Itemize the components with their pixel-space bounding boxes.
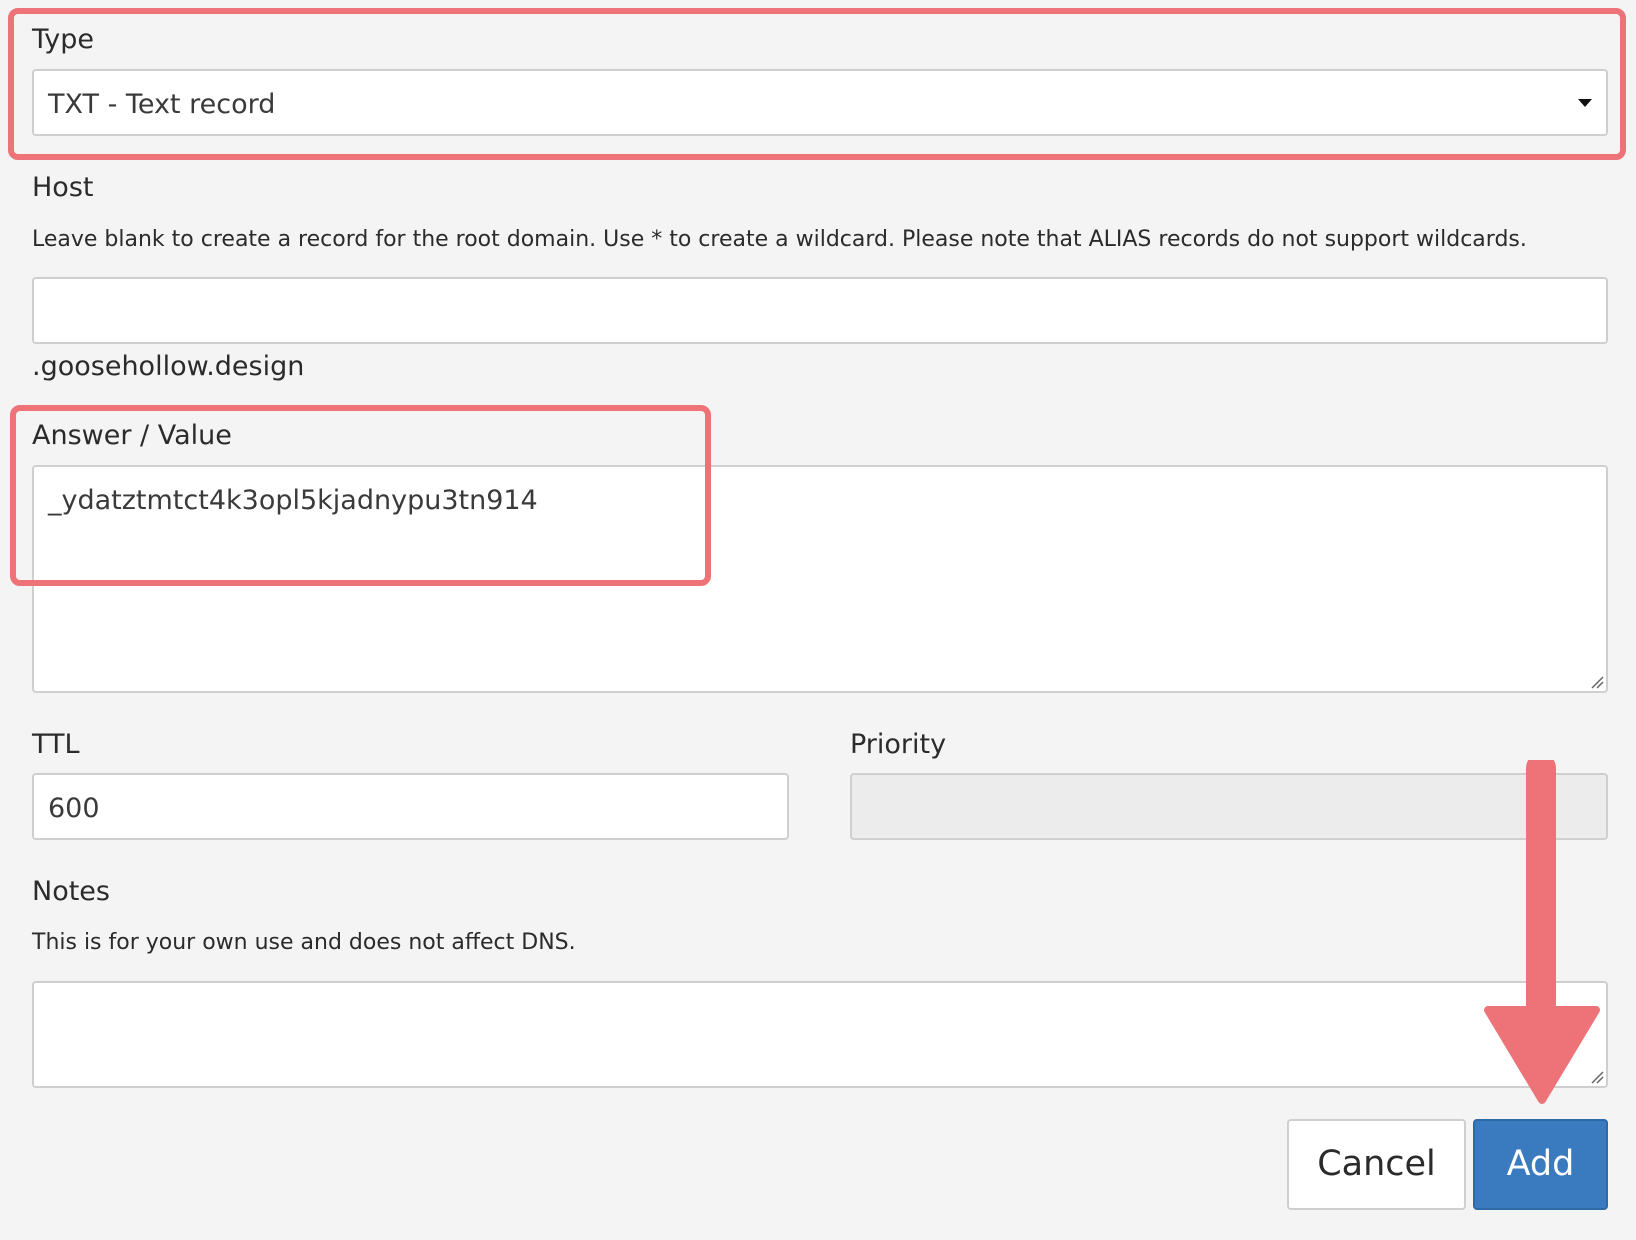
ttl-label: TTL (32, 729, 80, 760)
host-help-text: Leave blank to create a record for the r… (32, 227, 1527, 252)
answer-label: Answer / Value (32, 420, 232, 451)
notes-label: Notes (32, 876, 110, 907)
ttl-input[interactable]: 600 (32, 773, 789, 840)
add-button[interactable]: Add (1473, 1119, 1608, 1210)
type-selected-value: TXT - Text record (48, 89, 276, 120)
dns-record-form: Type TXT - Text record Host Leave blank … (0, 0, 1636, 1240)
notes-textarea[interactable] (32, 981, 1608, 1088)
type-select[interactable]: TXT - Text record (32, 69, 1608, 136)
host-domain-suffix: .goosehollow.design (32, 351, 305, 382)
host-input[interactable] (32, 277, 1608, 344)
notes-help-text: This is for your own use and does not af… (32, 930, 576, 955)
type-label: Type (32, 24, 95, 55)
priority-label: Priority (850, 729, 947, 760)
chevron-down-icon (1578, 99, 1592, 107)
cancel-button[interactable]: Cancel (1287, 1119, 1466, 1210)
resize-grip-icon[interactable] (1590, 675, 1604, 689)
host-label: Host (32, 172, 94, 203)
answer-value: _ydatztmtct4k3opl5kjadnypu3tn914 (48, 485, 538, 516)
ttl-input-value: 600 (48, 793, 100, 824)
answer-textarea[interactable]: _ydatztmtct4k3opl5kjadnypu3tn914 (32, 465, 1608, 693)
resize-grip-icon[interactable] (1590, 1070, 1604, 1084)
priority-input (850, 773, 1608, 840)
